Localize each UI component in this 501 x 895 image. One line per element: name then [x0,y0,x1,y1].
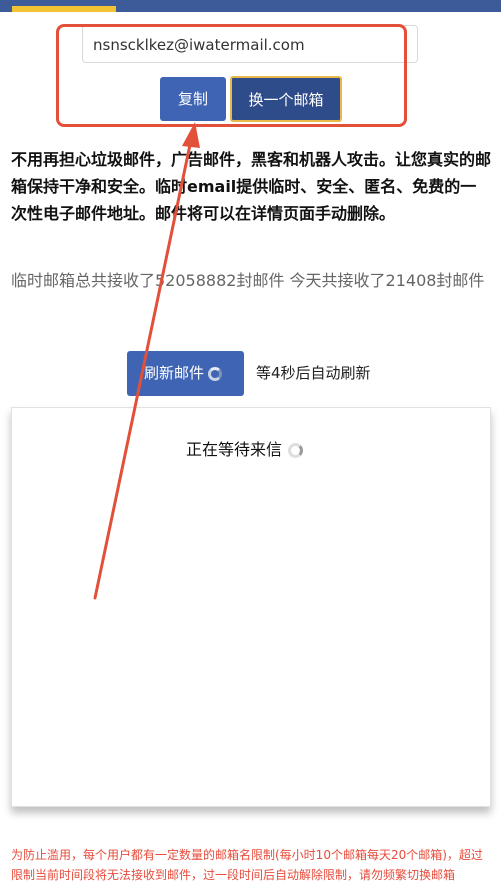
waiting-spinner-icon [288,443,304,458]
service-description: 不用再担心垃圾邮件，广告邮件，黑客和机器人攻击。让您真实的邮箱保持干净和安全。临… [11,150,492,223]
header-active-indicator [12,6,116,12]
inbox-panel: 正在等待来信 [11,407,491,807]
loading-spinner-icon [208,366,223,381]
waiting-status: 正在等待来信 [186,436,304,460]
refresh-mail-button[interactable]: 刷新邮件 [127,351,244,396]
annotation-highlight-box [56,24,407,127]
usage-limit-notice: 为防止滥用，每个用户都有一定数量的邮箱名限制(每小时10个邮箱每天20个邮箱)，… [11,848,483,882]
refresh-label: 刷新邮件 [144,364,205,382]
auto-refresh-countdown: 等4秒后自动刷新 [256,364,371,382]
mail-statistics: 临时邮箱总共接收了52058882封邮件 今天共接收了21408封邮件 [11,271,485,290]
waiting-text: 正在等待来信 [186,440,283,459]
